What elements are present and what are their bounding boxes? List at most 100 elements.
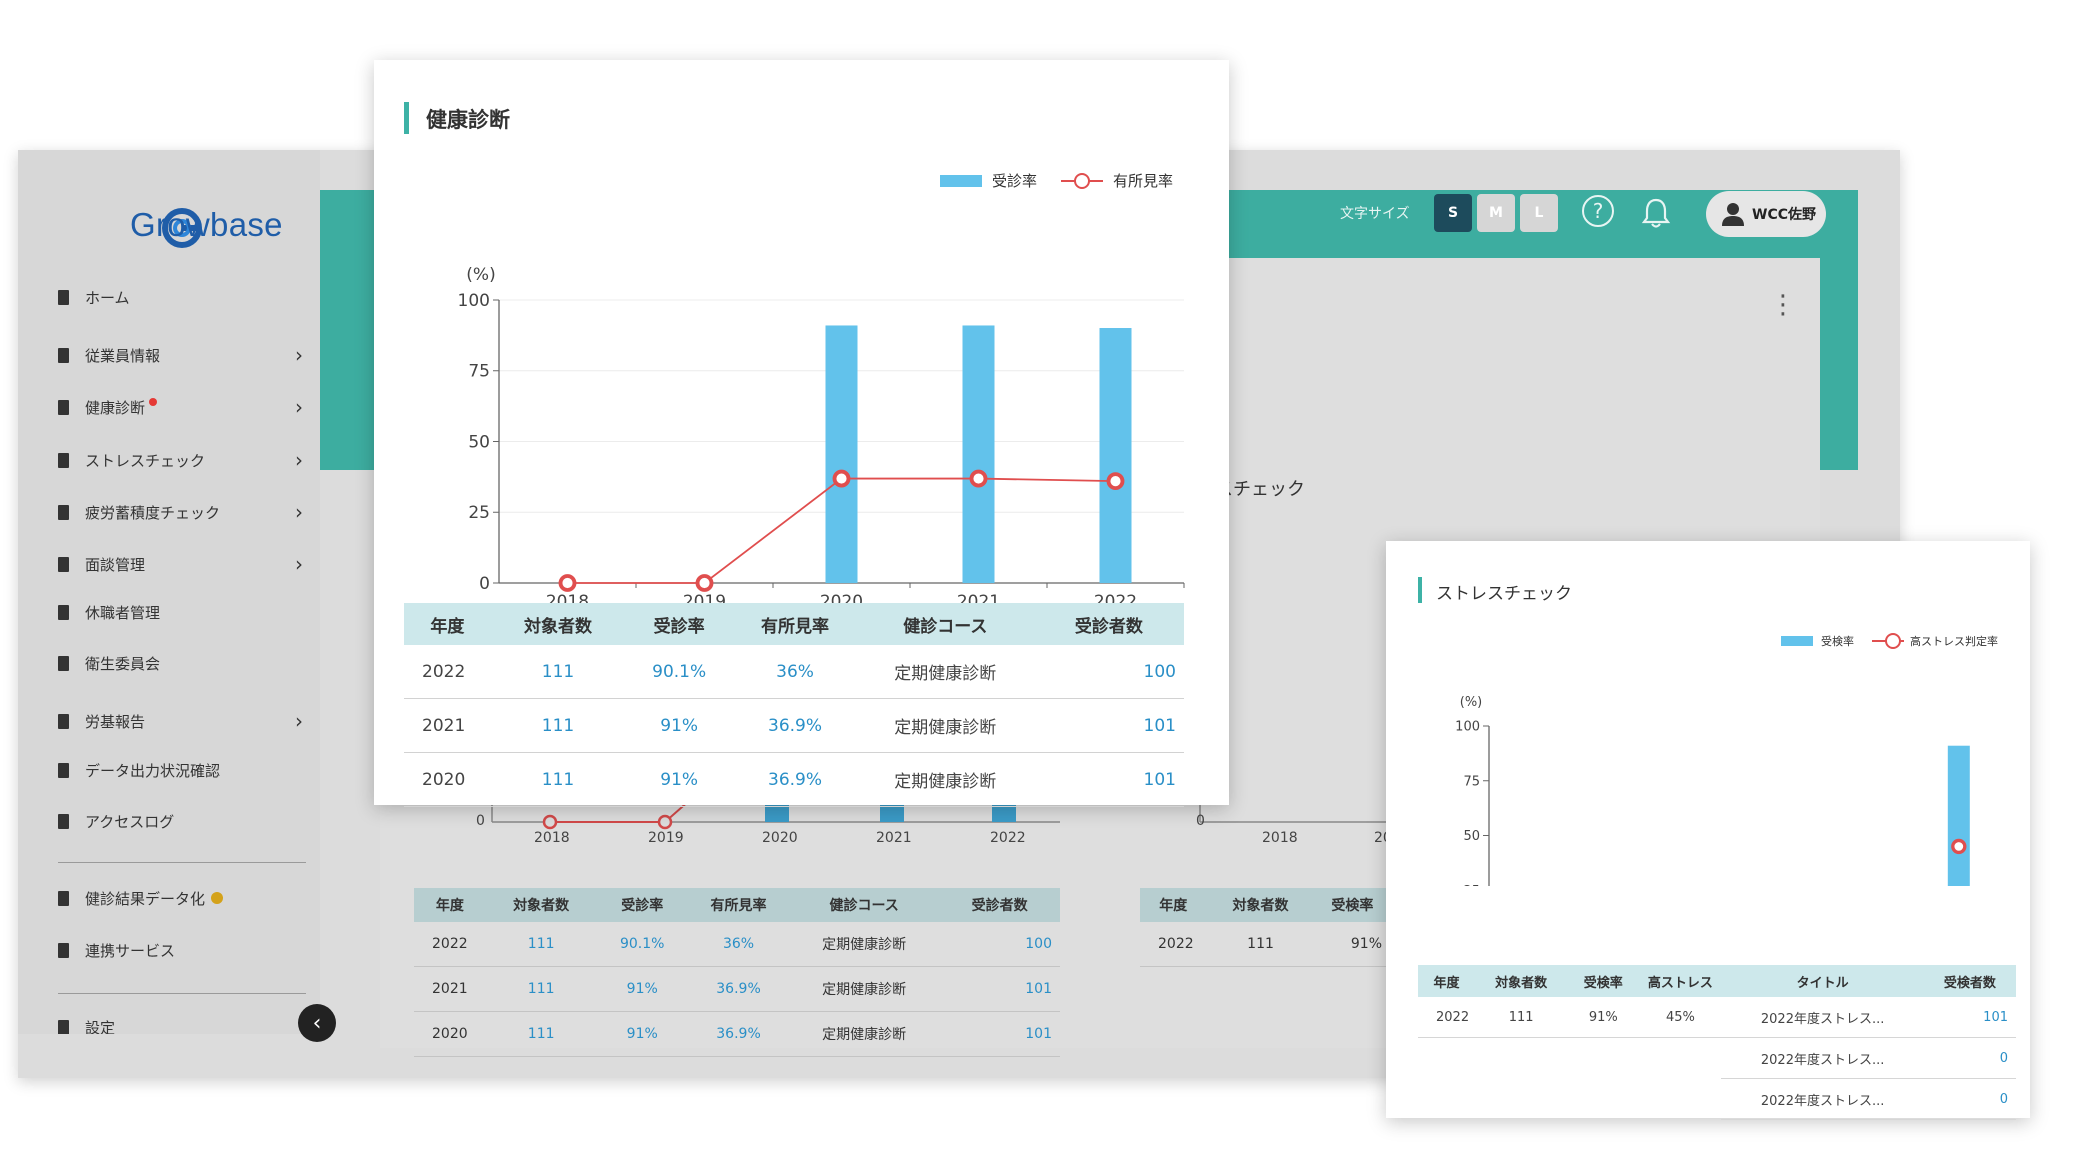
table-header-cell[interactable]: 高ストレス: [1639, 965, 1722, 997]
table-cell[interactable]: 36.9%: [687, 966, 790, 1012]
bg-x-tick: 2019: [648, 830, 684, 846]
table-header-cell[interactable]: 対象者数: [1206, 888, 1315, 922]
sidebar-item[interactable]: 健康診断 ›: [55, 392, 315, 422]
table-header-cell[interactable]: 受検者数: [1923, 965, 2016, 997]
table-cell[interactable]: 101: [1033, 752, 1184, 807]
chevron-right-icon[interactable]: ›: [295, 343, 303, 367]
font-size-s-button[interactable]: S: [1434, 194, 1472, 232]
bg-y-tick: 0: [476, 813, 485, 829]
table-cell[interactable]: 90.1%: [625, 645, 734, 699]
bell-icon[interactable]: [1640, 196, 1672, 230]
chevron-right-icon[interactable]: ›: [295, 500, 303, 524]
sidebar-item[interactable]: 労基報告 ›: [55, 706, 315, 736]
help-icon[interactable]: ?: [1582, 195, 1614, 227]
line-point: [695, 574, 714, 592]
legend-line-swatch: [1061, 172, 1104, 189]
chevron-right-icon[interactable]: ›: [295, 552, 303, 576]
table-cell[interactable]: 111: [485, 966, 597, 1012]
table-cell[interactable]: 111: [490, 698, 626, 753]
table-header-cell[interactable]: タイトル: [1721, 965, 1924, 997]
y-tick-label: 100: [1455, 720, 1480, 735]
table-cell: 2022年度ストレス...: [1721, 1037, 1924, 1079]
bg-x-tick: 2018: [1262, 830, 1298, 846]
table-header-cell[interactable]: 受診率: [596, 888, 688, 922]
table-header-cell[interactable]: 対象者数: [485, 888, 597, 922]
sidebar-item[interactable]: 衛生委員会: [55, 648, 315, 678]
nav-item-icon: [55, 451, 71, 469]
table-cell: 2022年度ストレス...: [1721, 1078, 1924, 1120]
table-header-cell[interactable]: 年度: [1140, 888, 1207, 922]
table-cell[interactable]: 91%: [596, 1011, 688, 1057]
table-header-cell[interactable]: 健診コース: [789, 888, 940, 922]
sidebar-item-label: 疲労蓄積度チェック: [85, 503, 221, 522]
table-cell[interactable]: 101: [939, 1011, 1060, 1057]
health-checkup-table: 年度 対象者数 受診率 有所見率 健診コース 受診者数 2022 111 90.1% 36% 定期…: [404, 603, 1184, 807]
table-cell[interactable]: 100: [1033, 645, 1184, 699]
table-header-cell[interactable]: 有所見率: [687, 888, 790, 922]
bg-x-tick: 2018: [534, 830, 570, 846]
nav-item-icon: [55, 288, 71, 306]
table-header-cell[interactable]: 対象者数: [490, 603, 626, 645]
table-cell[interactable]: 0: [1923, 1037, 2016, 1079]
table-cell[interactable]: 111: [485, 922, 597, 967]
table-cell[interactable]: 111: [490, 645, 626, 699]
chevron-right-icon[interactable]: ›: [295, 709, 303, 733]
y-tick-label: 75: [1463, 774, 1480, 789]
sidebar-item[interactable]: アクセスログ: [55, 806, 315, 836]
user-avatar-icon: [1722, 203, 1744, 226]
font-size-m-button[interactable]: M: [1477, 194, 1515, 232]
y-tick-label: 50: [468, 432, 490, 452]
sidebar-item[interactable]: ストレスチェック ›: [55, 445, 315, 475]
table-cell: 2022: [1140, 922, 1207, 967]
table-cell[interactable]: 91%: [625, 698, 734, 753]
table-cell[interactable]: 100: [939, 922, 1060, 967]
coin-badge-icon: [211, 892, 224, 904]
table-cell[interactable]: 0: [1923, 1078, 2016, 1120]
table-header-cell[interactable]: 受診率: [625, 603, 734, 645]
table-cell[interactable]: 90.1%: [596, 922, 688, 967]
table-header-cell[interactable]: 対象者数: [1475, 965, 1568, 997]
table-cell[interactable]: 36.9%: [687, 1011, 790, 1057]
table-header-cell[interactable]: 受診者数: [939, 888, 1060, 922]
table-cell: 2022: [414, 922, 486, 967]
sidebar-item[interactable]: 健診結果データ化: [55, 883, 315, 913]
font-size-l-button[interactable]: L: [1520, 194, 1558, 232]
sidebar-item[interactable]: 休職者管理: [55, 597, 315, 627]
sidebar-item[interactable]: 設定: [55, 1020, 315, 1034]
table-header-cell[interactable]: 年度: [1418, 965, 1476, 997]
app-logo-text[interactable]: Growbase: [130, 206, 283, 244]
bg-x-tick: 2020: [762, 830, 798, 846]
nav-item-icon: [55, 346, 71, 364]
sidebar-collapse-button[interactable]: ‹: [298, 1004, 336, 1042]
table-header-cell[interactable]: 年度: [404, 603, 491, 645]
table-header-cell[interactable]: 健診コース: [856, 603, 1034, 645]
user-name: WCC佐野: [1752, 207, 1816, 223]
table-cell[interactable]: 111: [485, 1011, 597, 1057]
sidebar-item[interactable]: 従業員情報 ›: [55, 340, 315, 370]
chevron-right-icon[interactable]: ›: [295, 395, 303, 419]
table-cell[interactable]: 36.9%: [733, 752, 857, 807]
more-options-icon[interactable]: ⋮: [1770, 290, 1796, 320]
chevron-right-icon[interactable]: ›: [295, 448, 303, 472]
sidebar-item[interactable]: 面談管理 ›: [55, 549, 315, 579]
table-cell[interactable]: 36%: [687, 922, 790, 967]
sidebar-item[interactable]: 連携サービス: [55, 935, 315, 965]
table-cell[interactable]: 91%: [625, 752, 734, 807]
sidebar-item[interactable]: データ出力状況確認: [55, 755, 315, 785]
table-cell: 2022: [404, 645, 491, 699]
table-cell[interactable]: 101: [1033, 698, 1184, 753]
table-cell[interactable]: 101: [1923, 997, 2016, 1038]
sidebar-item[interactable]: 疲労蓄積度チェック ›: [55, 497, 315, 527]
table-cell[interactable]: 111: [490, 752, 626, 807]
user-menu[interactable]: WCC佐野: [1706, 191, 1826, 237]
table-header-cell[interactable]: 受診者数: [1033, 603, 1184, 645]
table-cell[interactable]: 91%: [596, 966, 688, 1012]
table-header-cell[interactable]: 年度: [414, 888, 486, 922]
table-cell[interactable]: 101: [939, 966, 1060, 1012]
sidebar-item[interactable]: ホーム: [55, 282, 315, 312]
table-header-cell[interactable]: 受検率: [1567, 965, 1640, 997]
table-header-cell[interactable]: 受検率: [1314, 888, 1390, 922]
table-cell[interactable]: 36%: [733, 645, 857, 699]
table-header-cell[interactable]: 有所見率: [733, 603, 857, 645]
table-cell[interactable]: 36.9%: [733, 698, 857, 753]
